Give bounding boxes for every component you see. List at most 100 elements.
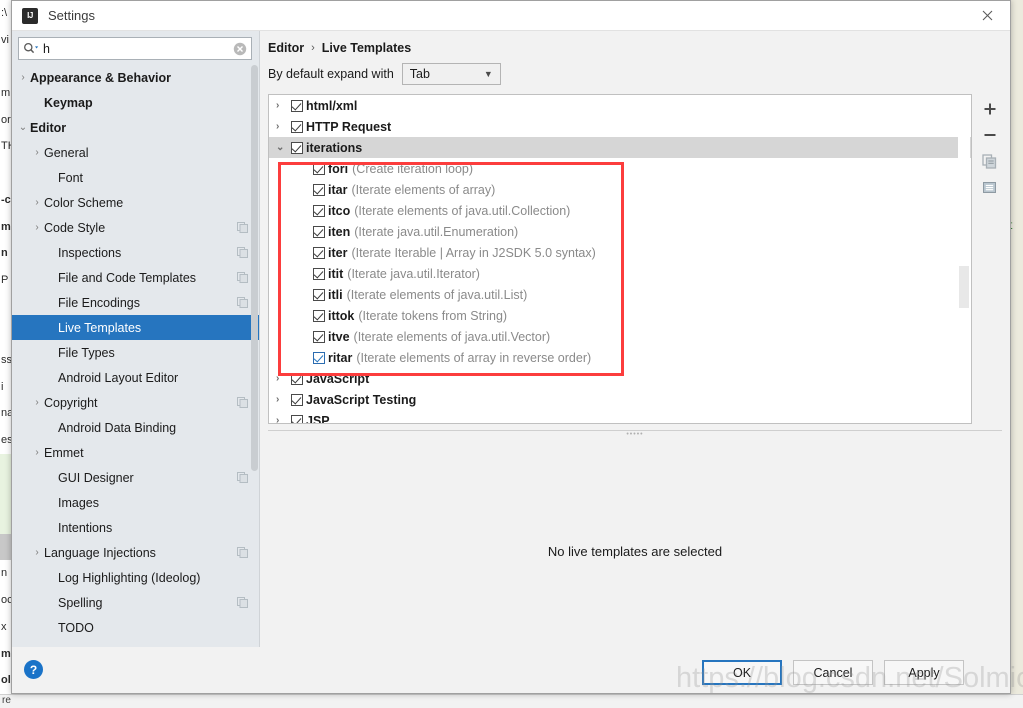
template-group-row[interactable]: › JSP [269, 410, 971, 423]
template-checkbox[interactable] [313, 267, 325, 280]
sidebar-item-spelling[interactable]: Spelling [12, 590, 259, 615]
close-icon[interactable] [964, 1, 1010, 30]
template-group-checkbox[interactable] [291, 120, 303, 133]
sidebar-item-plugins[interactable]: Plugins [12, 640, 259, 648]
template-description: (Iterate java.util.Enumeration) [354, 224, 519, 239]
project-scope-copy-icon [233, 397, 251, 408]
chevron-right-icon[interactable]: › [276, 373, 291, 384]
sidebar-item-label: General [44, 145, 89, 160]
sidebar-item-editor[interactable]: ⌄ Editor [12, 115, 259, 140]
template-description: (Iterate elements of java.util.List) [346, 287, 528, 302]
template-row[interactable]: itli (Iterate elements of java.util.List) [269, 284, 971, 305]
template-row[interactable]: itco (Iterate elements of java.util.Colle… [269, 200, 971, 221]
sidebar-item-inspections[interactable]: Inspections [12, 240, 259, 265]
chevron-right-icon[interactable]: › [30, 397, 44, 408]
sidebar-item-keymap[interactable]: Keymap [12, 90, 259, 115]
ok-button[interactable]: OK [702, 660, 782, 685]
template-group-row[interactable]: › JavaScript [269, 368, 971, 389]
cancel-button[interactable]: Cancel [793, 660, 873, 685]
duplicate-button[interactable] [979, 150, 1001, 172]
sidebar-item-intentions[interactable]: Intentions [12, 515, 259, 540]
settings-tree[interactable]: › Appearance & Behavior Keymap ⌄ Editor › Gene… [12, 65, 259, 647]
template-description: (Create iteration loop) [352, 161, 474, 176]
help-button[interactable]: ? [24, 660, 43, 679]
template-list[interactable]: › html/xml › HTTP Request ⌄ iterations fori (Cr… [268, 94, 972, 424]
sidebar-item-emmet[interactable]: › Emmet [12, 440, 259, 465]
sidebar-item-code-style[interactable]: › Code Style [12, 215, 259, 240]
template-row[interactable]: itve (Iterate elements of java.util.Vecto… [269, 326, 971, 347]
chevron-right-icon[interactable]: › [30, 447, 44, 458]
template-group-checkbox[interactable] [291, 414, 303, 423]
template-group-row[interactable]: › JavaScript Testing [269, 389, 971, 410]
template-group-checkbox[interactable] [291, 99, 303, 112]
sidebar-item-appearance-behavior[interactable]: › Appearance & Behavior [12, 65, 259, 90]
sidebar-item-images[interactable]: Images [12, 490, 259, 515]
chevron-down-icon[interactable]: ⌄ [16, 122, 30, 133]
remove-template-button[interactable] [979, 124, 1001, 146]
background-status-text: re [2, 695, 11, 706]
template-checkbox[interactable] [313, 162, 325, 175]
template-checkbox[interactable] [313, 246, 325, 259]
template-row[interactable]: itit (Iterate java.util.Iterator) [269, 263, 971, 284]
template-group-button[interactable] [979, 176, 1001, 198]
template-group-checkbox[interactable] [291, 372, 303, 385]
template-checkbox[interactable] [313, 309, 325, 322]
template-group-row[interactable]: › HTTP Request [269, 116, 971, 137]
apply-button[interactable]: Apply [884, 660, 964, 685]
template-group-row[interactable]: ⌄ iterations [269, 137, 971, 158]
search-input[interactable] [41, 39, 229, 58]
chevron-right-icon[interactable]: › [30, 147, 44, 158]
sidebar-scrollbar-thumb[interactable] [251, 65, 258, 471]
chevron-right-icon[interactable]: › [276, 394, 291, 405]
template-row[interactable]: fori (Create iteration loop) [269, 158, 971, 179]
chevron-right-icon[interactable]: › [276, 100, 291, 111]
sidebar-item-gui-designer[interactable]: GUI Designer [12, 465, 259, 490]
sidebar-scrollbar[interactable] [251, 65, 258, 647]
sidebar-item-language-injections[interactable]: › Language Injections [12, 540, 259, 565]
sidebar-item-font[interactable]: Font [12, 165, 259, 190]
search-box[interactable] [18, 37, 252, 60]
chevron-right-icon[interactable]: › [30, 197, 44, 208]
chevron-down-icon[interactable]: ⌄ [276, 142, 291, 153]
sidebar-item-android-layout-editor[interactable]: Android Layout Editor [12, 365, 259, 390]
template-row[interactable]: iter (Iterate Iterable | Array in J2SDK 5… [269, 242, 971, 263]
sidebar-item-live-templates[interactable]: Live Templates [12, 315, 259, 340]
template-group-row[interactable]: › html/xml [269, 95, 971, 116]
sidebar-item-file-encodings[interactable]: File Encodings [12, 290, 259, 315]
search-icon[interactable] [23, 42, 41, 55]
clear-icon[interactable] [229, 42, 251, 56]
template-row[interactable]: ittok (Iterate tokens from String) [269, 305, 971, 326]
template-checkbox[interactable] [313, 330, 325, 343]
sidebar-item-log-highlighting-ideolog[interactable]: Log Highlighting (Ideolog) [12, 565, 259, 590]
expand-with-select[interactable]: Tab ▼ [401, 63, 501, 85]
sidebar-item-label: Spelling [58, 595, 103, 610]
chevron-right-icon[interactable]: › [276, 415, 291, 423]
template-checkbox[interactable] [313, 351, 325, 364]
template-checkbox[interactable] [313, 183, 325, 196]
sidebar-item-general[interactable]: › General [12, 140, 259, 165]
template-group-checkbox[interactable] [291, 141, 303, 154]
sidebar-item-copyright[interactable]: › Copyright [12, 390, 259, 415]
add-template-button[interactable] [979, 98, 1001, 120]
chevron-right-icon[interactable]: › [30, 222, 44, 233]
template-checkbox[interactable] [313, 288, 325, 301]
template-row[interactable]: itar (Iterate elements of array) [269, 179, 971, 200]
sidebar-item-file-and-code-templates[interactable]: File and Code Templates [12, 265, 259, 290]
sidebar-item-color-scheme[interactable]: › Color Scheme [12, 190, 259, 215]
sidebar-item-android-data-binding[interactable]: Android Data Binding [12, 415, 259, 440]
template-list-scrollbar[interactable] [958, 96, 970, 422]
chevron-right-icon[interactable]: › [16, 72, 30, 83]
sidebar-item-label: Intentions [58, 520, 113, 535]
template-row[interactable]: iten (Iterate java.util.Enumeration) [269, 221, 971, 242]
sidebar-item-todo[interactable]: TODO [12, 615, 259, 640]
template-group-checkbox[interactable] [291, 393, 303, 406]
template-checkbox[interactable] [313, 204, 325, 217]
template-list-scrollbar-thumb[interactable] [959, 266, 969, 308]
template-group-label: html/xml [306, 98, 358, 113]
sidebar-item-file-types[interactable]: File Types [12, 340, 259, 365]
chevron-right-icon[interactable]: › [30, 547, 44, 558]
breadcrumb-parent[interactable]: Editor [268, 41, 304, 55]
template-row[interactable]: ritar (Iterate elements of array in rever… [269, 347, 971, 368]
chevron-right-icon[interactable]: › [276, 121, 291, 132]
template-checkbox[interactable] [313, 225, 325, 238]
